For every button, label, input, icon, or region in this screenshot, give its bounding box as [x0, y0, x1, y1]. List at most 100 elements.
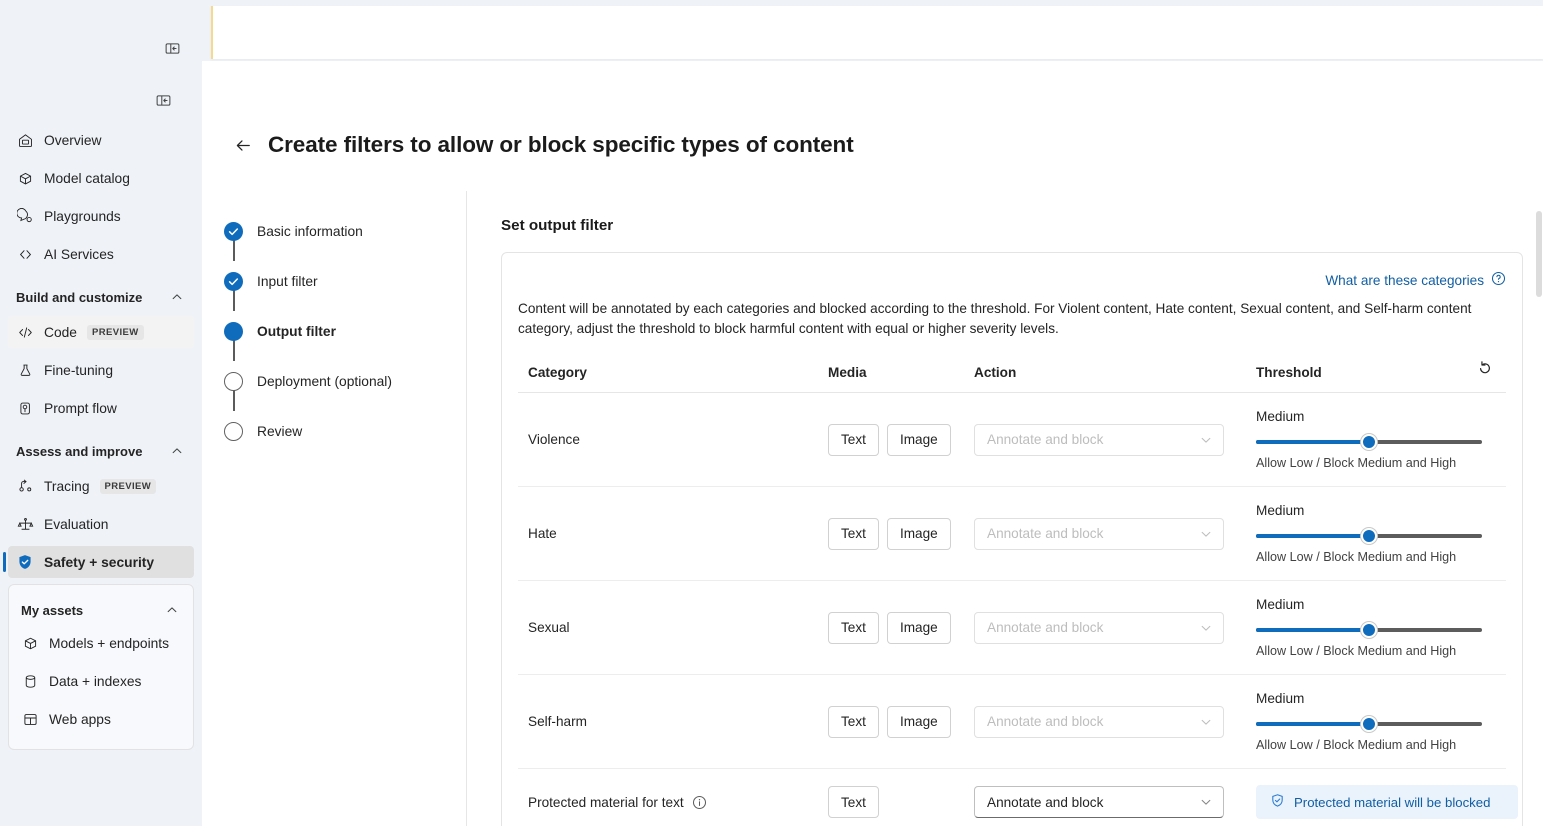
- info-circle-icon[interactable]: [692, 795, 707, 810]
- slider-fill: [1256, 628, 1369, 632]
- action-select[interactable]: Annotate and block: [974, 786, 1224, 818]
- threshold-slider[interactable]: [1256, 716, 1482, 732]
- step-label: Basic information: [257, 224, 363, 239]
- cell-threshold: Medium Allow Low / Block Medium and High: [1246, 487, 1506, 581]
- step-deployment[interactable]: Deployment (optional): [224, 367, 466, 395]
- media-image-button[interactable]: Image: [887, 706, 951, 738]
- threshold-slider[interactable]: [1256, 434, 1482, 450]
- sidebar-item-label: Tracing: [44, 479, 90, 494]
- sidebar-item-evaluation[interactable]: Evaluation: [8, 508, 194, 540]
- cell-category: Sexual: [518, 581, 818, 675]
- step-label: Output filter: [257, 324, 336, 339]
- sidebar-item-model-catalog[interactable]: Model catalog: [8, 162, 194, 194]
- sidebar-item-code[interactable]: Code PREVIEW: [8, 316, 194, 348]
- media-image-button[interactable]: Image: [887, 424, 951, 456]
- cube-icon: [21, 634, 39, 652]
- sidebar-item-label: Evaluation: [44, 517, 108, 532]
- preview-badge: PREVIEW: [87, 325, 144, 340]
- sidebar-item-playgrounds[interactable]: Playgrounds: [8, 200, 194, 232]
- action-select-value: Annotate and block: [987, 620, 1103, 635]
- table-header-row: Category Media Action Threshold: [518, 357, 1506, 393]
- slider-thumb[interactable]: [1361, 434, 1377, 450]
- panel-collapse-icon[interactable]: [162, 38, 182, 58]
- box-icon: [16, 169, 34, 187]
- sidebar-item-data-indexes[interactable]: Data + indexes: [13, 665, 189, 697]
- column-header-reset: [1464, 357, 1506, 393]
- page-title: Create filters to allow or block specifi…: [268, 132, 854, 158]
- sidebar-item-label: Fine-tuning: [44, 363, 113, 378]
- media-text-button[interactable]: Text: [828, 424, 879, 456]
- sidebar-item-label: Playgrounds: [44, 209, 121, 224]
- sidebar-group-label: My assets: [21, 603, 83, 618]
- wizard-stepper: Basic information Input filter Output fi…: [202, 197, 466, 826]
- threshold-description: Allow Low / Block Medium and High: [1256, 550, 1482, 564]
- category-label: Protected material for text: [528, 795, 684, 810]
- sidebar-item-ai-services[interactable]: AI Services: [8, 238, 194, 270]
- sidebar-item-tracing[interactable]: Tracing PREVIEW: [8, 470, 194, 502]
- sidebar-group-assess-and-improve[interactable]: Assess and improve: [8, 436, 194, 466]
- step-basic-information[interactable]: Basic information: [224, 217, 466, 245]
- sidebar-item-models-endpoints[interactable]: Models + endpoints: [13, 627, 189, 659]
- filters-table: Category Media Action Threshold: [518, 357, 1506, 826]
- media-image-button[interactable]: Image: [887, 518, 951, 550]
- column-header-threshold: Threshold: [1246, 357, 1464, 393]
- threshold-slider[interactable]: [1256, 622, 1482, 638]
- table-row: Violence Text Image Annotate and bl: [518, 393, 1506, 487]
- media-image-button[interactable]: Image: [887, 612, 951, 644]
- panel-collapse-icon-secondary[interactable]: [153, 90, 173, 110]
- primary-nav: Overview Model catalog Playgrounds: [0, 124, 202, 750]
- sidebar-item-label: Model catalog: [44, 171, 130, 186]
- cell-category: Violence: [518, 393, 818, 487]
- reset-arrow-icon[interactable]: [1474, 357, 1496, 379]
- media-text-button[interactable]: Text: [828, 786, 879, 818]
- slider-thumb[interactable]: [1361, 528, 1377, 544]
- scrollbar-thumb[interactable]: [1536, 211, 1542, 297]
- back-arrow-icon[interactable]: [232, 134, 254, 156]
- sidebar-item-overview[interactable]: Overview: [8, 124, 194, 156]
- threshold-value-label: Medium: [1256, 409, 1482, 424]
- category-label: Self-harm: [528, 714, 587, 729]
- media-text-button[interactable]: Text: [828, 518, 879, 550]
- threshold-slider[interactable]: [1256, 528, 1482, 544]
- vertical-scrollbar[interactable]: [1536, 211, 1542, 826]
- tracing-icon: [16, 477, 34, 495]
- slider-thumb[interactable]: [1361, 716, 1377, 732]
- sidebar-item-label: Models + endpoints: [49, 636, 169, 651]
- sidebar-group-my-assets[interactable]: My assets: [13, 595, 189, 625]
- action-select[interactable]: Annotate and block: [974, 424, 1224, 456]
- threshold-value-label: Medium: [1256, 503, 1482, 518]
- sidebar: Overview Model catalog Playgrounds: [0, 0, 202, 826]
- sidebar-item-safety-security[interactable]: Safety + security: [8, 546, 194, 578]
- action-select[interactable]: Annotate and block: [974, 518, 1224, 550]
- slider-fill: [1256, 440, 1369, 444]
- sidebar-item-label: Overview: [44, 133, 102, 148]
- slider-fill: [1256, 534, 1369, 538]
- question-circle-icon: [1491, 271, 1506, 289]
- cell-media: Text: [818, 769, 964, 826]
- cell-action: Annotate and block: [964, 487, 1246, 581]
- cell-threshold: Medium Allow Low / Block Medium and High: [1246, 393, 1506, 487]
- action-select[interactable]: Annotate and block: [974, 706, 1224, 738]
- slider-thumb[interactable]: [1361, 622, 1377, 638]
- slider-fill: [1256, 722, 1369, 726]
- output-filter-section: Set output filter What are these categor…: [467, 197, 1543, 826]
- media-text-button[interactable]: Text: [828, 612, 879, 644]
- sidebar-item-fine-tuning[interactable]: Fine-tuning: [8, 354, 194, 386]
- column-header-action: Action: [964, 357, 1246, 393]
- sidebar-item-web-apps[interactable]: Web apps: [13, 703, 189, 735]
- cell-threshold: Medium Allow Low / Block Medium and High: [1246, 581, 1506, 675]
- step-output-filter[interactable]: Output filter: [224, 317, 466, 345]
- my-assets-card: My assets Models + endpoints: [8, 584, 194, 750]
- top-app-bar: [211, 6, 1543, 59]
- what-are-these-categories-link[interactable]: What are these categories: [1325, 271, 1506, 289]
- sidebar-item-prompt-flow[interactable]: Prompt flow: [8, 392, 194, 424]
- chevron-down-icon: [1199, 433, 1213, 447]
- step-review[interactable]: Review: [224, 417, 466, 445]
- action-select[interactable]: Annotate and block: [974, 612, 1224, 644]
- media-text-button[interactable]: Text: [828, 706, 879, 738]
- step-input-filter[interactable]: Input filter: [224, 267, 466, 295]
- sidebar-group-build-and-customize[interactable]: Build and customize: [8, 282, 194, 312]
- chevron-down-icon: [1199, 621, 1213, 635]
- step-pending-icon: [224, 422, 243, 441]
- chat-icon: [16, 207, 34, 225]
